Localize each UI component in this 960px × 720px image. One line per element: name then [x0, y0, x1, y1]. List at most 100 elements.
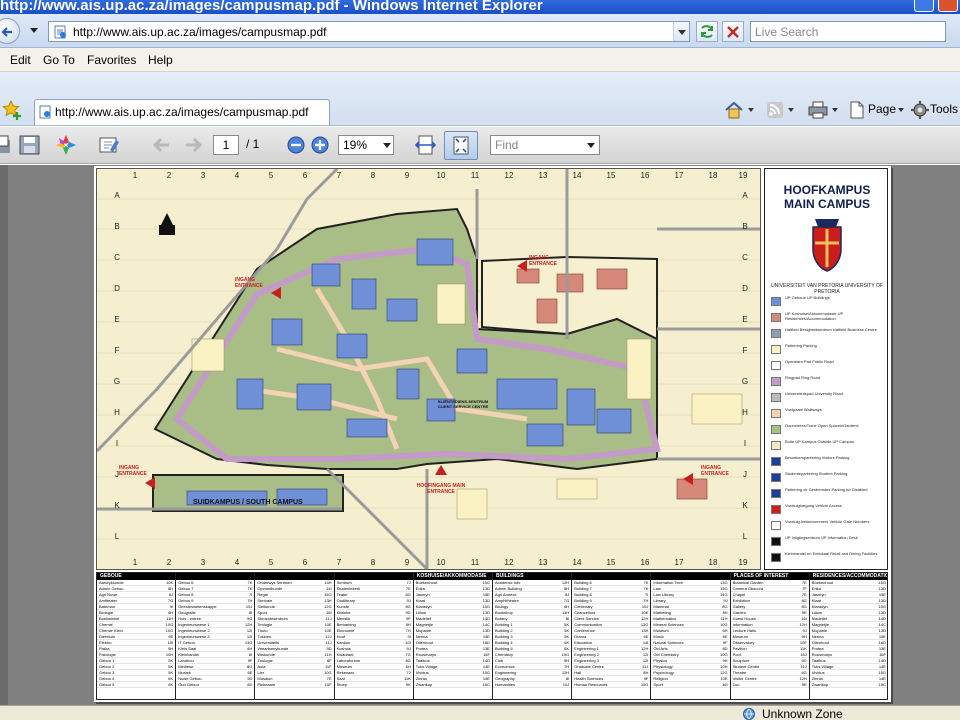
zoom-in-icon[interactable]: [309, 134, 333, 156]
refresh-button[interactable]: [696, 21, 718, 42]
address-toolbar: http://www.ais.up.ac.za/images/campusmap…: [0, 14, 960, 48]
index-building-name: Ingenieurswese 2: [178, 628, 210, 633]
menu-help[interactable]: Help: [148, 53, 173, 67]
fit-page-icon: [453, 136, 469, 155]
legend-item: Hatfield Besigheidsentrum Hatfield Busin…: [771, 327, 885, 341]
index-row: Zwartkop 15C: [809, 682, 887, 688]
index-building-name: Geografie: [178, 610, 196, 615]
index-building-name: Fisiologie: [99, 652, 116, 657]
tools-menu-label[interactable]: Tools: [930, 102, 958, 116]
sign-icon[interactable]: [98, 134, 122, 156]
chevron-down-icon: [898, 108, 904, 112]
index-building-name: Botanical Garden: [732, 580, 764, 585]
back-button[interactable]: [0, 18, 20, 44]
address-field[interactable]: http://www.ais.up.ac.za/images/campusmap…: [48, 21, 690, 42]
zoom-select[interactable]: 19%: [338, 135, 394, 155]
svg-text:K: K: [742, 501, 748, 510]
navigation-pane-strip[interactable]: [0, 165, 8, 705]
menu-edit[interactable]: Edit: [10, 53, 31, 67]
close-window-button[interactable]: [938, 0, 958, 12]
legend-swatch: [771, 409, 781, 418]
rss-feed-icon[interactable]: [766, 101, 784, 119]
search-input[interactable]: Live Search: [750, 21, 946, 42]
svg-text:1: 1: [133, 171, 138, 180]
index-building-name: Olienhout: [811, 640, 829, 645]
index-building-name: Agri Annexe: [495, 592, 517, 597]
index-building-name: Dieretuin: [99, 634, 116, 639]
page-number-input[interactable]: 1: [213, 135, 239, 155]
index-building-name: Chapel: [732, 592, 746, 597]
page-menu-icon[interactable]: [849, 101, 865, 119]
svg-text:H: H: [114, 408, 120, 417]
index-building-name: Gebou 2: [99, 664, 115, 669]
index-building-name: Building 7: [574, 586, 592, 591]
stop-button[interactable]: [722, 21, 744, 42]
index-column-header: [176, 573, 255, 580]
collaborate-icon[interactable]: [54, 134, 78, 156]
index-building-name: Boekenhout: [415, 580, 438, 585]
legend-label: UP Geboue UP Buildings: [785, 295, 830, 300]
home-icon[interactable]: [724, 101, 744, 119]
legend-label: Voetpaaie Walkways: [785, 407, 822, 412]
add-favorite-icon[interactable]: [2, 100, 22, 120]
find-input[interactable]: Find: [490, 135, 600, 155]
legend-label: Openbare Pad Public Road: [785, 359, 834, 364]
index-grid-ref: 8D: [247, 682, 253, 687]
index-building-name: Pool: [732, 652, 741, 657]
svg-text:F: F: [743, 346, 748, 355]
browser-tab[interactable]: http://www.ais.up.ac.za/images/campusmap…: [34, 99, 330, 125]
index-column: Gebou 6 7K Gebou 7 7K Gebou 8 7I Gebou 9 7H Gees…: [176, 573, 256, 699]
legend-label: Buite UP Kampus Outside UP Campus: [785, 439, 854, 444]
index-building-name: Landbou: [178, 658, 194, 663]
svg-text:13: 13: [539, 171, 548, 180]
address-dropdown[interactable]: [673, 22, 689, 41]
index-building-name: Kantoor: [336, 640, 351, 645]
index-building-name: Lilium: [415, 610, 427, 615]
zoom-out-icon[interactable]: [285, 134, 309, 156]
open-icon[interactable]: [0, 134, 14, 156]
stop-icon: [727, 26, 739, 38]
index-column-header: KOSHUISE/AKKOMMODASIE: [413, 573, 492, 580]
menu-favorites[interactable]: Favorites: [87, 53, 136, 67]
index-building-name: Magrietjie: [811, 622, 830, 627]
index-grid-ref: 6K: [168, 682, 174, 687]
chevron-down-icon[interactable]: [832, 108, 838, 112]
gear-icon[interactable]: [911, 101, 929, 119]
minimize-button[interactable]: [914, 0, 934, 12]
index-building-name: Pavilion: [732, 646, 747, 651]
svg-text:7: 7: [337, 558, 342, 567]
index-building-name: Theatre: [732, 670, 747, 675]
index-building-name: Client Service: [574, 616, 599, 621]
index-building-name: Biologie: [99, 610, 114, 615]
index-building-name: Information Tech: [653, 580, 683, 585]
fit-page-button[interactable]: [444, 131, 478, 160]
previous-page-icon[interactable]: [150, 134, 174, 156]
legend-item: Ringpad Ring Road: [771, 375, 885, 389]
save-icon[interactable]: [18, 134, 42, 156]
index-building-name: Boekenhout: [811, 580, 834, 585]
legend-item: Parkering Parking: [771, 343, 885, 357]
refresh-icon: [701, 25, 713, 38]
map-label-main-entrance: HOOFINGANG MAIN ENTRANCE: [416, 483, 466, 495]
campus-map: 12345 6 7 8 9 10 11 12 13 14 15 16 17 18 19 12345 6…: [95, 167, 761, 571]
pdf-page-icon: [39, 105, 51, 119]
menu-goto[interactable]: Go To: [43, 53, 75, 67]
legend-title-en: MAIN CAMPUS: [784, 197, 870, 211]
chevron-down-icon[interactable]: [748, 108, 754, 112]
index-building-name: Zoo: [732, 682, 740, 687]
fit-width-icon[interactable]: [414, 134, 438, 156]
next-page-icon[interactable]: [182, 134, 206, 156]
index-building-name: Mopanie: [811, 628, 828, 633]
index-building-name: Sielkunde: [257, 604, 275, 609]
svg-text:I: I: [116, 439, 118, 448]
chevron-down-icon[interactable]: [788, 108, 794, 112]
legend-item: UP Inligtingsentrum UP Information Desk: [771, 535, 885, 549]
index-grid-ref: 10F: [324, 682, 332, 687]
print-icon[interactable]: [808, 101, 828, 119]
index-grid-ref: 9E: [801, 682, 807, 687]
index-grid-ref: 15C: [878, 682, 886, 687]
index-building-name: Music: [653, 634, 664, 639]
history-dropdown-icon[interactable]: [30, 28, 38, 34]
page-menu-label[interactable]: Page: [868, 102, 896, 116]
index-building-name: Chancellors: [574, 610, 596, 615]
